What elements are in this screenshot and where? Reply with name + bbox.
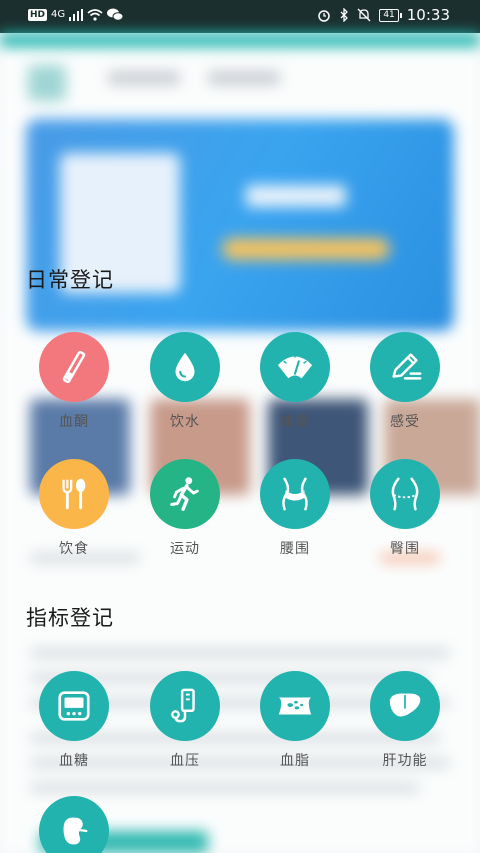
fork-spoon-icon xyxy=(62,478,86,510)
liver-icon xyxy=(389,693,421,717)
daily-item-circle xyxy=(260,332,330,402)
hip-icon xyxy=(391,477,419,511)
daily-item-hip[interactable]: 臀围 xyxy=(360,459,450,558)
indicator-item-circle xyxy=(39,671,109,741)
daily-item-label: 感受 xyxy=(390,414,420,430)
daily-item-circle xyxy=(150,459,220,529)
waist-icon xyxy=(282,477,308,511)
indicator-item-circle xyxy=(39,796,109,853)
scale-gauge-icon xyxy=(277,354,313,379)
indicator-item-liver-function[interactable]: 肝功能 xyxy=(360,671,450,770)
daily-item-label: 饮水 xyxy=(170,414,200,430)
daily-item-label: 血酮 xyxy=(59,414,89,430)
running-person-icon xyxy=(170,477,199,511)
pencil-icon xyxy=(392,353,422,380)
kidney-icon xyxy=(63,817,88,845)
daily-item-label: 腰围 xyxy=(280,541,310,557)
glucose-meter-icon xyxy=(58,691,90,721)
daily-item-water[interactable]: 饮水 xyxy=(140,332,230,431)
daily-item-label: 臀围 xyxy=(390,541,420,557)
indicator-item-label: 肝功能 xyxy=(382,753,428,769)
daily-item-circle xyxy=(39,459,109,529)
daily-item-diet[interactable]: 饮食 xyxy=(29,459,119,558)
daily-item-waist[interactable]: 腰围 xyxy=(250,459,340,558)
daily-item-circle xyxy=(150,332,220,402)
water-drop-icon xyxy=(175,352,195,382)
daily-item-exercise[interactable]: 运动 xyxy=(140,459,230,558)
test-strip-icon xyxy=(62,350,86,384)
indicator-item-blood-glucose[interactable]: 血糖 xyxy=(29,671,119,770)
blood-lipid-icon xyxy=(278,697,312,715)
indicator-section-title: 指标登记 xyxy=(26,606,114,630)
indicator-item-circle xyxy=(150,671,220,741)
indicator-item-circle xyxy=(260,671,330,741)
daily-item-label: 饮食 xyxy=(59,541,89,557)
indicator-item-label: 血糖 xyxy=(59,753,89,769)
indicator-item-blood-pressure[interactable]: 血压 xyxy=(140,671,230,770)
daily-item-circle xyxy=(370,459,440,529)
blood-pressure-icon xyxy=(171,688,195,723)
indicator-item-blood-lipid[interactable]: 血脂 xyxy=(250,671,340,770)
indicator-item-circle xyxy=(370,671,440,741)
daily-item-circle xyxy=(39,332,109,402)
indicator-item-kidney[interactable] xyxy=(29,796,119,853)
daily-item-label: 运动 xyxy=(170,541,200,557)
indicator-item-label: 血压 xyxy=(170,753,200,769)
daily-item-circle xyxy=(260,459,330,529)
daily-section-title: 日常登记 xyxy=(26,268,114,292)
indicator-item-label: 血脂 xyxy=(280,753,310,769)
daily-item-weight[interactable]: 体重 xyxy=(250,332,340,431)
daily-item-circle xyxy=(370,332,440,402)
registration-overlay: 日常登记 血酮 饮水 体重 感受 饮食 运动 腰围 臀围 指标登记 血糖 血压 … xyxy=(0,0,480,853)
daily-item-blood-ketone[interactable]: 血酮 xyxy=(29,332,119,431)
daily-item-feeling[interactable]: 感受 xyxy=(360,332,450,431)
daily-item-label: 体重 xyxy=(280,414,310,430)
